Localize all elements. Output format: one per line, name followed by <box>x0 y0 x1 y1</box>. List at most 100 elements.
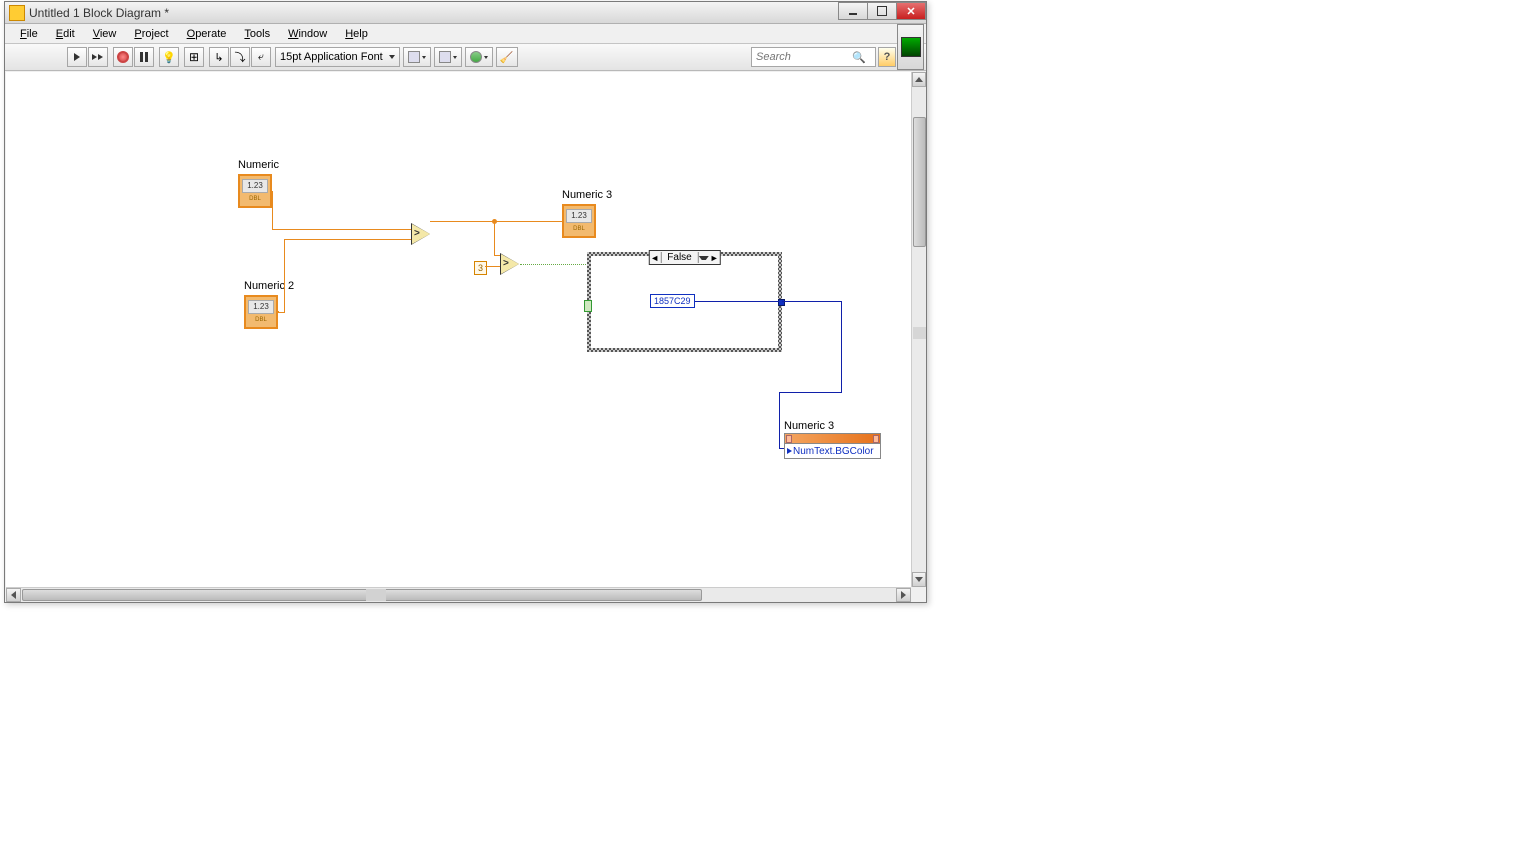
step-into-button[interactable] <box>209 47 229 67</box>
numeric3-type: DBL <box>564 226 594 232</box>
wire-boolean <box>520 264 588 265</box>
wire <box>272 229 412 230</box>
window-controls <box>839 2 926 22</box>
wire <box>284 239 285 312</box>
distribute-objects-button[interactable] <box>434 47 462 67</box>
font-selector[interactable]: 15pt Application Font <box>275 47 400 67</box>
numeric-constant[interactable]: 3 <box>474 261 487 275</box>
wire <box>494 221 495 255</box>
toolbar: 15pt Application Font ? <box>5 44 926 71</box>
menu-file[interactable]: File <box>11 26 47 42</box>
property-node[interactable]: NumText.BGColor <box>784 433 881 459</box>
menu-project[interactable]: Project <box>125 26 177 42</box>
run-button[interactable] <box>67 47 87 67</box>
menu-edit[interactable]: Edit <box>47 26 84 42</box>
menu-tools[interactable]: Tools <box>235 26 279 42</box>
numeric3-label: Numeric 3 <box>562 189 612 201</box>
numeric-type: DBL <box>240 196 270 202</box>
scroll-left-button[interactable] <box>6 588 21 602</box>
search-icon <box>852 51 866 64</box>
h-scroll-mark <box>366 589 386 601</box>
property-node-header <box>785 434 880 444</box>
wire-property <box>779 392 780 448</box>
reorder-button[interactable] <box>465 47 493 67</box>
search-box[interactable] <box>751 47 876 67</box>
scroll-right-button[interactable] <box>896 588 911 602</box>
case-value[interactable]: False <box>660 252 698 263</box>
numeric-control[interactable]: 1.23 DBL <box>238 174 272 208</box>
wire <box>494 221 562 222</box>
cleanup-diagram-button[interactable] <box>496 47 518 67</box>
wire-property <box>841 301 842 392</box>
vi-icon-image <box>901 37 921 57</box>
menu-window[interactable]: Window <box>279 26 336 42</box>
titlebar[interactable]: Untitled 1 Block Diagram * <box>5 2 926 24</box>
scroll-down-button[interactable] <box>912 572 926 587</box>
case-structure[interactable]: ◄ False ► 1857C29 <box>587 252 782 352</box>
numeric2-label: Numeric 2 <box>244 280 294 292</box>
wire <box>284 239 412 240</box>
menubar: File Edit View Project Operate Tools Win… <box>5 24 926 44</box>
selector-terminal[interactable] <box>584 300 592 312</box>
caret-down-icon <box>484 56 488 59</box>
window-title: Untitled 1 Block Diagram * <box>29 6 169 20</box>
caret-down-icon <box>422 56 426 59</box>
search-input[interactable] <box>752 51 852 63</box>
v-scroll-mark <box>913 327 926 339</box>
caret-down-icon <box>453 56 457 59</box>
numeric-value: 1.23 <box>242 179 268 193</box>
case-dropdown-button[interactable] <box>699 256 709 260</box>
app-icon <box>9 5 25 21</box>
caret-down-icon <box>389 55 395 59</box>
wire-junction <box>492 219 497 224</box>
vi-icon[interactable] <box>897 24 924 70</box>
horizontal-scrollbar[interactable] <box>6 587 911 602</box>
run-continuously-button[interactable] <box>88 47 108 67</box>
numeric3-indicator[interactable]: 1.23 DBL <box>562 204 596 238</box>
maximize-button[interactable] <box>867 2 897 20</box>
wire-property <box>695 301 779 302</box>
wire <box>272 191 273 230</box>
minimize-button[interactable] <box>838 2 868 20</box>
distribute-icon <box>439 51 451 63</box>
greater-than-icon: > <box>503 258 509 269</box>
property-name: NumText.BGColor <box>793 446 874 457</box>
numeric2-control[interactable]: 1.23 DBL <box>244 295 278 329</box>
case-next-button[interactable]: ► <box>709 253 720 263</box>
property-write-arrow-icon <box>787 448 792 454</box>
retain-wire-values-button[interactable] <box>184 47 204 67</box>
wire <box>485 266 500 267</box>
highlight-execution-button[interactable] <box>159 47 179 67</box>
menu-view[interactable]: View <box>84 26 126 42</box>
property-row[interactable]: NumText.BGColor <box>785 444 880 458</box>
step-over-button[interactable] <box>230 47 250 67</box>
numeric2-type: DBL <box>246 317 276 323</box>
color-constant[interactable]: 1857C29 <box>650 294 695 308</box>
abort-button[interactable] <box>113 47 133 67</box>
scroll-up-button[interactable] <box>912 72 926 87</box>
menu-help[interactable]: Help <box>336 26 377 42</box>
wire <box>430 221 495 222</box>
app-window: Untitled 1 Block Diagram * File Edit Vie… <box>4 1 927 603</box>
vertical-scrollbar[interactable] <box>911 72 926 587</box>
close-button[interactable] <box>896 2 926 20</box>
numeric-label: Numeric <box>238 159 279 171</box>
h-scroll-thumb[interactable] <box>22 589 702 601</box>
reorder-icon <box>470 51 482 63</box>
font-selector-label: 15pt Application Font <box>280 51 383 63</box>
wire-property <box>782 301 842 302</box>
case-selector[interactable]: ◄ False ► <box>648 250 720 265</box>
pause-button[interactable] <box>134 47 154 67</box>
case-prev-button[interactable]: ◄ <box>649 253 660 263</box>
menu-operate[interactable]: Operate <box>178 26 236 42</box>
step-out-button[interactable] <box>251 47 271 67</box>
align-objects-button[interactable] <box>403 47 431 67</box>
wire <box>278 312 285 313</box>
numeric2-value: 1.23 <box>248 300 274 314</box>
context-help-button[interactable]: ? <box>878 47 896 67</box>
v-scroll-thumb[interactable] <box>913 117 926 247</box>
align-icon <box>408 51 420 63</box>
wire-property <box>779 392 842 393</box>
block-diagram-canvas[interactable]: Numeric 1.23 DBL Numeric 2 1.23 DBL Nume… <box>6 72 911 587</box>
numeric3-value: 1.23 <box>566 209 592 223</box>
